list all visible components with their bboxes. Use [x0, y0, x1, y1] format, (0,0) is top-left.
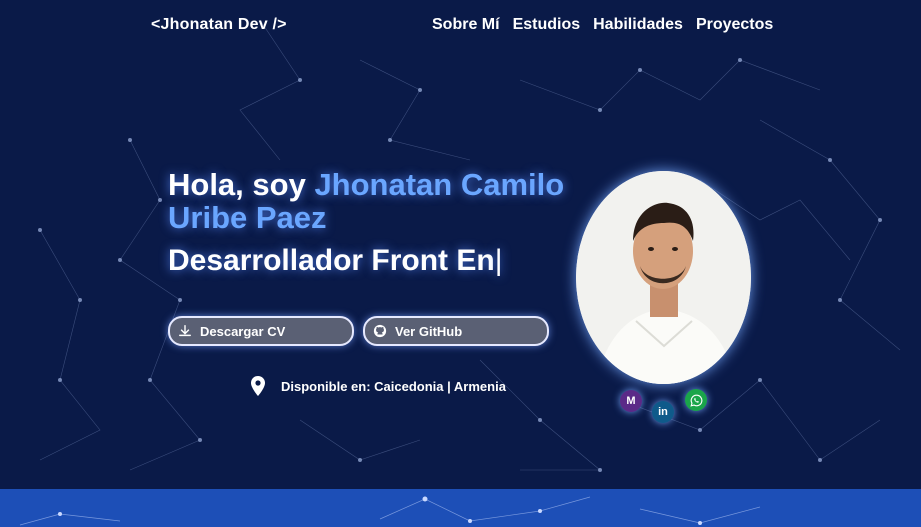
- download-cv-label: Descargar CV: [200, 323, 286, 339]
- site-logo[interactable]: <Jhonatan Dev />: [151, 16, 287, 34]
- nav-link-sobre-mi[interactable]: Sobre Mí: [432, 16, 500, 34]
- location-info: Disponible en: Caicedonia | Armenia: [251, 376, 506, 396]
- github-icon: [373, 324, 387, 338]
- hero-role: Desarrollador Front En|: [168, 244, 503, 278]
- github-label: Ver GitHub: [395, 323, 463, 339]
- nav-link-habilidades[interactable]: Habilidades: [593, 16, 683, 34]
- nav-link-proyectos[interactable]: Proyectos: [696, 16, 773, 34]
- location-text: Disponible en: Caicedonia | Armenia: [281, 378, 506, 394]
- map-pin-icon: [251, 376, 265, 396]
- main-nav: Sobre Mí Estudios Habilidades Proyectos: [432, 16, 773, 34]
- profile-portrait: [576, 171, 751, 384]
- profile-photo: [576, 171, 751, 384]
- social-m-button[interactable]: M: [620, 390, 642, 412]
- hero-role-text: Desarrollador Front En: [168, 244, 495, 277]
- github-button[interactable]: Ver GitHub: [363, 316, 549, 346]
- whatsapp-icon: [689, 394, 702, 407]
- nav-link-estudios[interactable]: Estudios: [513, 16, 581, 34]
- band-network: [19, 496, 761, 526]
- typing-cursor: |: [494, 244, 503, 277]
- whatsapp-button[interactable]: [685, 389, 707, 411]
- download-icon: [179, 325, 191, 337]
- hero-greeting: Hola, soy: [168, 167, 315, 202]
- download-cv-button[interactable]: Descargar CV: [168, 316, 354, 346]
- linkedin-button[interactable]: in: [652, 401, 674, 423]
- hero-title: Hola, soy Jhonatan Camilo Uribe Paez: [168, 168, 568, 234]
